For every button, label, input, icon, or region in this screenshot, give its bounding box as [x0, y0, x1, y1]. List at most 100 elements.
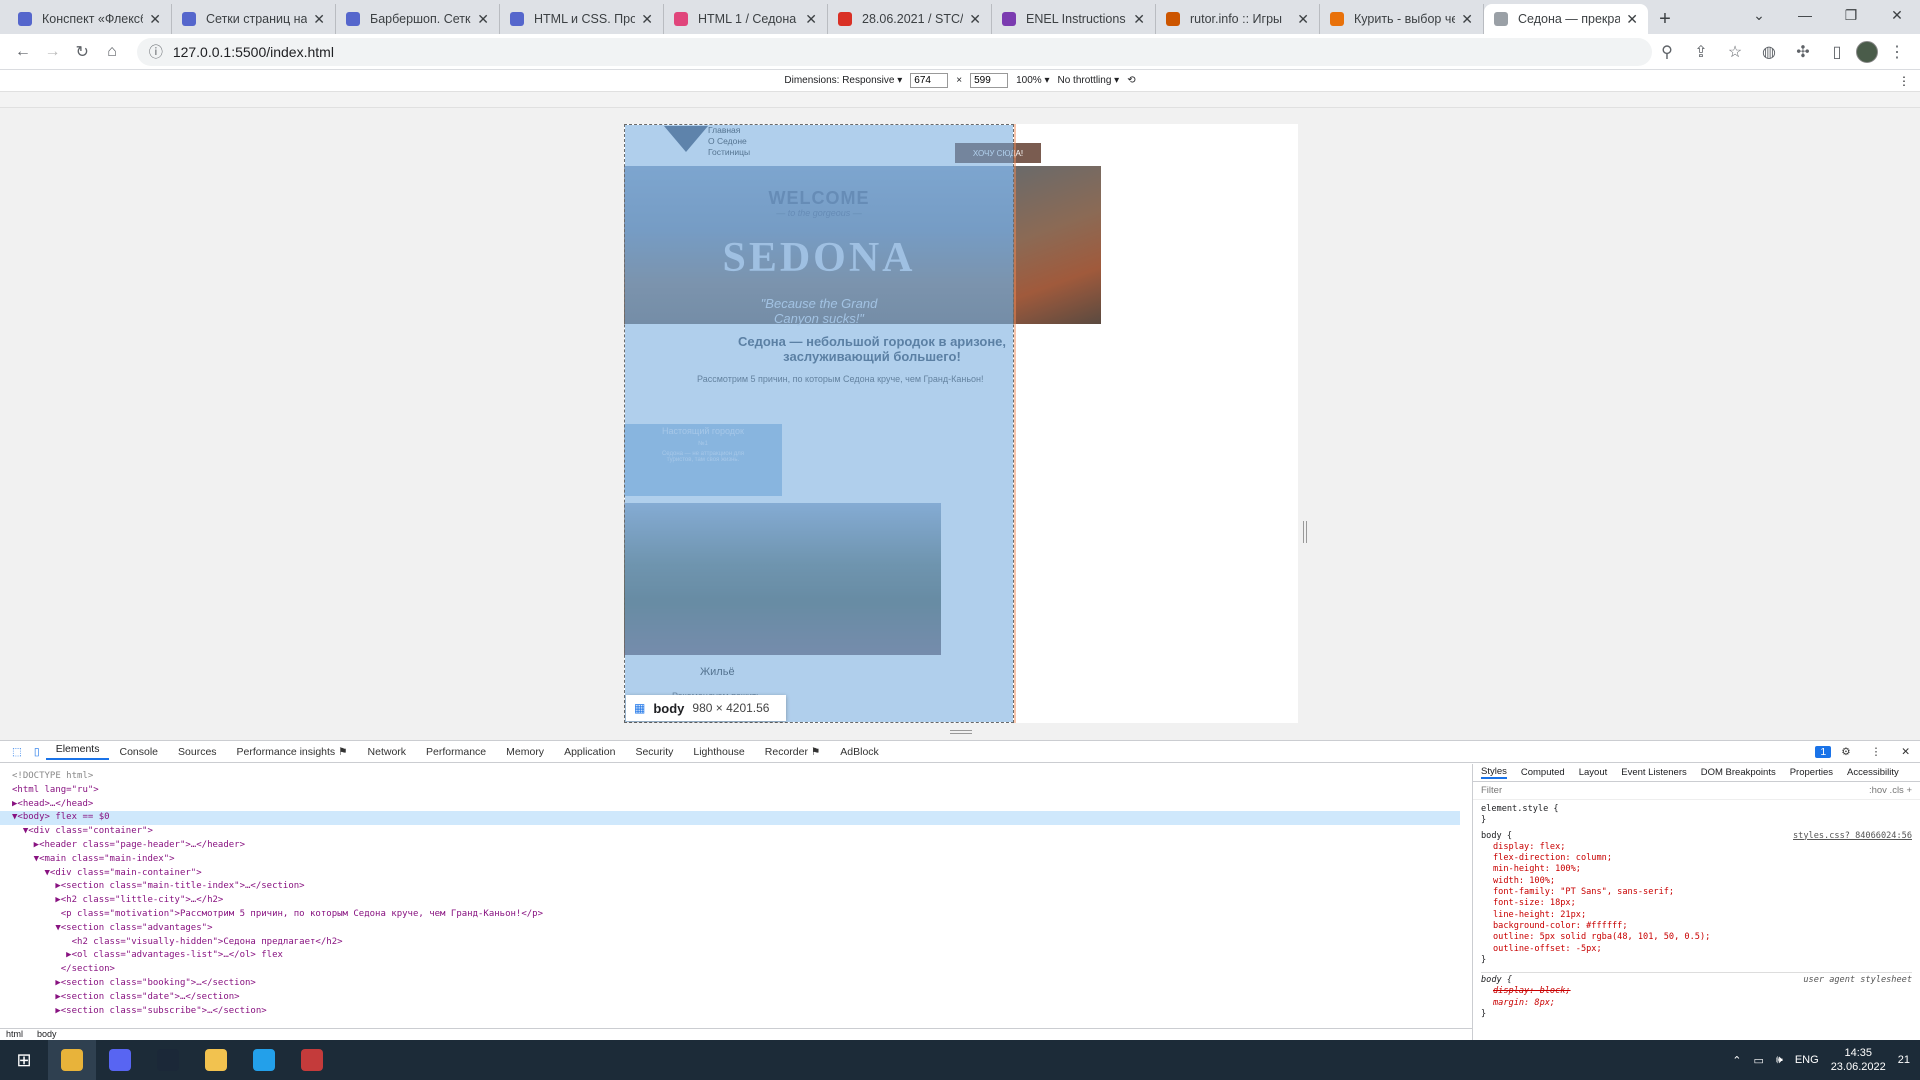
minimize-button[interactable]: — [1782, 0, 1828, 30]
styles-subtab[interactable]: Layout [1579, 767, 1608, 778]
breadcrumb-item[interactable]: html [6, 1029, 23, 1039]
devtools-tab[interactable]: Memory [496, 746, 554, 758]
tab-close-icon[interactable]: ✕ [641, 11, 653, 28]
devtools-tab[interactable]: Console [109, 746, 168, 758]
dom-node-line[interactable]: ▶<h2 class="little-city">…</h2> [12, 894, 1460, 908]
breadcrumb-item[interactable]: body [37, 1029, 57, 1039]
dom-node-line[interactable]: <html lang="ru"> [12, 784, 1460, 798]
elements-dom-tree[interactable]: <!DOCTYPE html> <html lang="ru"> ▶<head>…<… [0, 764, 1472, 1029]
devtools-tab[interactable]: Performance [416, 746, 496, 758]
tab-close-icon[interactable]: ✕ [1133, 11, 1145, 28]
tab-close-icon[interactable]: ✕ [1626, 11, 1638, 28]
dom-node-line[interactable]: ▶<ol class="advantages-list">…</ol> flex [12, 949, 1460, 963]
tab-close-icon[interactable]: ✕ [969, 11, 981, 28]
styles-subtab[interactable]: Properties [1790, 767, 1833, 778]
zoom-icon[interactable]: ⚲ [1652, 37, 1682, 67]
styles-subtab[interactable]: Accessibility [1847, 767, 1899, 778]
maximize-button[interactable]: ❐ [1828, 0, 1874, 30]
throttle-dropdown[interactable]: No throttling ▾ [1057, 75, 1119, 86]
tab-close-icon[interactable]: ✕ [313, 11, 325, 28]
height-input[interactable] [970, 73, 1009, 88]
translate-icon[interactable]: ◍ [1754, 37, 1784, 67]
dom-node-line[interactable]: ▼<section class="advantages"> [12, 922, 1460, 936]
menu-kebab-icon[interactable]: ⋮ [1882, 37, 1912, 67]
rule-source-link[interactable]: styles.css?_84066024:56 [1793, 831, 1912, 842]
media-query-bar[interactable] [0, 92, 1920, 108]
devtools-tab[interactable]: Sources [168, 746, 227, 758]
browser-tab[interactable]: Седона — прекра ✕ [1484, 4, 1648, 34]
rotate-icon[interactable]: ⟲ [1127, 75, 1135, 86]
browser-tab[interactable]: Сетки страниц на ✕ [172, 4, 336, 34]
dom-node-line[interactable]: </section> [12, 963, 1460, 977]
reload-button[interactable]: ↻ [67, 37, 97, 67]
devtools-tab[interactable]: AdBlock [830, 746, 889, 758]
discord-taskbar-button[interactable] [96, 1040, 144, 1080]
resize-handle-bottom[interactable] [950, 730, 972, 734]
bookmark-star-icon[interactable]: ☆ [1720, 37, 1750, 67]
devtools-tab[interactable]: Application [554, 746, 625, 758]
dom-node-line[interactable]: ▶<section class="date">…</section> [12, 991, 1460, 1005]
device-toggle-icon[interactable]: ▯ [28, 746, 46, 758]
tab-close-icon[interactable]: ✕ [1461, 11, 1473, 28]
devtools-tab[interactable]: Lighthouse [683, 746, 754, 758]
settings-gear-icon[interactable]: ⚙ [1831, 746, 1860, 758]
network-icon[interactable]: ▭ [1754, 1054, 1764, 1067]
steam-taskbar-button[interactable] [144, 1040, 192, 1080]
dom-node-line[interactable]: ▶<section class="booking">…</section> [12, 977, 1460, 991]
start-button[interactable]: ⊞ [0, 1040, 48, 1080]
resize-handle-right[interactable] [1303, 521, 1307, 543]
calculator-taskbar-button[interactable] [288, 1040, 336, 1080]
browser-tab[interactable]: rutor.info :: Игры ✕ [1156, 4, 1320, 34]
browser-tab[interactable]: Конспект «Флексб ✕ [8, 4, 172, 34]
filter-input[interactable]: Filter [1481, 785, 1869, 796]
tab-close-icon[interactable]: ✕ [1297, 11, 1309, 28]
devtools-more-icon[interactable]: ⋮ [1861, 746, 1892, 758]
profile-avatar[interactable] [1856, 40, 1878, 63]
back-button[interactable]: ← [8, 37, 38, 67]
clock[interactable]: 14:35 23.06.2022 [1831, 1046, 1886, 1074]
browser-tab[interactable]: ENEL Instructions ✕ [992, 4, 1156, 34]
dom-node-line[interactable]: ▶<section class="main-title-index">…</se… [12, 880, 1460, 894]
browser-tab[interactable]: HTML 1 / Седона ✕ [664, 4, 828, 34]
dom-node-line[interactable]: ▼<body> flex == $0 [0, 811, 1460, 826]
chrome-taskbar-button[interactable] [48, 1040, 96, 1080]
site-info-icon[interactable]: ⓘ [149, 42, 163, 62]
dimensions-dropdown[interactable]: Dimensions: Responsive ▾ [784, 75, 902, 86]
dom-node-line[interactable]: <h2 class="visually-hidden">Седона предл… [12, 936, 1460, 950]
browser-tab[interactable]: Барбершоп. Сетка ✕ [336, 4, 500, 34]
side-panel-icon[interactable]: ▯ [1822, 37, 1852, 67]
inspect-element-icon[interactable]: ⬚ [6, 746, 28, 758]
new-tab-button[interactable]: + [1648, 4, 1682, 34]
issues-badge[interactable]: 1 [1815, 745, 1832, 758]
tab-close-icon[interactable]: ✕ [805, 11, 817, 28]
dom-node-line[interactable]: ▼<div class="main-container"> [12, 867, 1460, 881]
zoom-dropdown[interactable]: 100% ▾ [1016, 75, 1049, 86]
filter-tools[interactable]: :hov .cls + [1869, 785, 1912, 796]
browser-tab[interactable]: Курить - выбор че ✕ [1320, 4, 1484, 34]
volume-icon[interactable]: 🕪 [1776, 1054, 1783, 1067]
home-button[interactable]: ⌂ [97, 37, 127, 67]
dom-node-line[interactable]: <p class="motivation">Рассмотрим 5 причи… [12, 908, 1460, 922]
devtools-close-icon[interactable]: ✕ [1891, 746, 1920, 758]
styles-subtab[interactable]: Event Listeners [1621, 767, 1686, 778]
devtools-tab[interactable]: Network [358, 746, 417, 758]
address-bar[interactable]: ⓘ 127.0.0.1:5500/index.html [136, 37, 1652, 66]
tray-chevron-icon[interactable]: ⌃ [1732, 1054, 1741, 1067]
devtools-tab[interactable]: Performance insights ⚑ [227, 746, 358, 758]
styles-subtab[interactable]: Computed [1521, 767, 1565, 778]
width-input[interactable] [910, 73, 949, 88]
dom-node-line[interactable]: ▶<section class="subscribe">…</section> [12, 1005, 1460, 1019]
extensions-icon[interactable]: ✣ [1788, 37, 1818, 67]
tab-close-icon[interactable]: ✕ [149, 11, 161, 28]
dom-node-line[interactable]: ▶<header class="page-header">…</header> [12, 839, 1460, 853]
language-indicator[interactable]: ENG [1795, 1054, 1819, 1066]
forward-button[interactable]: → [38, 37, 68, 67]
devtools-tab[interactable]: Elements [45, 743, 110, 760]
tab-search-icon[interactable]: ⌄ [1736, 0, 1782, 30]
device-more-icon[interactable]: ⋮ [1898, 74, 1910, 88]
devtools-tab[interactable]: Recorder ⚑ [755, 746, 831, 758]
dom-node-line[interactable]: ▼<main class="main-index"> [12, 853, 1460, 867]
dom-node-line[interactable]: ▶<head>…</head> [12, 798, 1460, 812]
notification-badge[interactable]: 21 [1898, 1054, 1910, 1066]
vscode-taskbar-button[interactable] [240, 1040, 288, 1080]
